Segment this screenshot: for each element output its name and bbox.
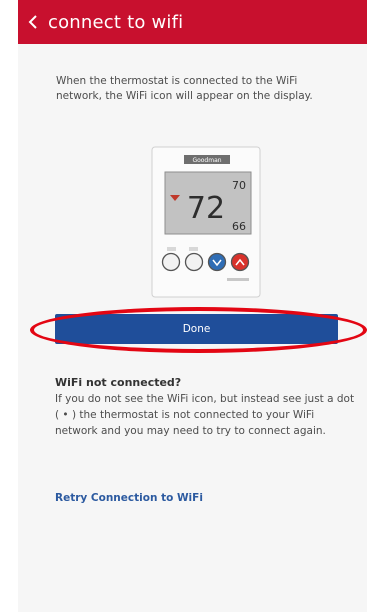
chevron-left-icon — [28, 15, 37, 29]
current-temperature: 72 — [187, 191, 225, 226]
top-bar: connect to wifi — [18, 0, 367, 44]
page-title: connect to wifi — [48, 11, 184, 33]
done-button[interactable]: Done — [55, 314, 338, 344]
intro-text: When the thermostat is connected to the … — [56, 75, 313, 102]
not-connected-text: If you do not see the WiFi icon, but ins… — [55, 393, 355, 437]
setpoint-top: 70 — [232, 179, 246, 192]
not-connected-heading: WiFi not connected? — [55, 376, 182, 389]
up-button — [230, 252, 250, 272]
down-button — [207, 252, 227, 272]
fan-button — [184, 252, 204, 272]
done-area: Done — [30, 307, 367, 353]
app-screen: connect to wifi When the thermostat is c… — [18, 0, 367, 612]
mode-button — [161, 252, 181, 272]
thermostat-image: Goodman 72 70 66 — [151, 146, 261, 298]
brand-label: Goodman — [192, 157, 221, 164]
setpoint-bottom: 66 — [232, 220, 246, 233]
back-button[interactable] — [18, 0, 48, 44]
retry-connection-link[interactable]: Retry Connection to WiFi — [55, 492, 203, 504]
